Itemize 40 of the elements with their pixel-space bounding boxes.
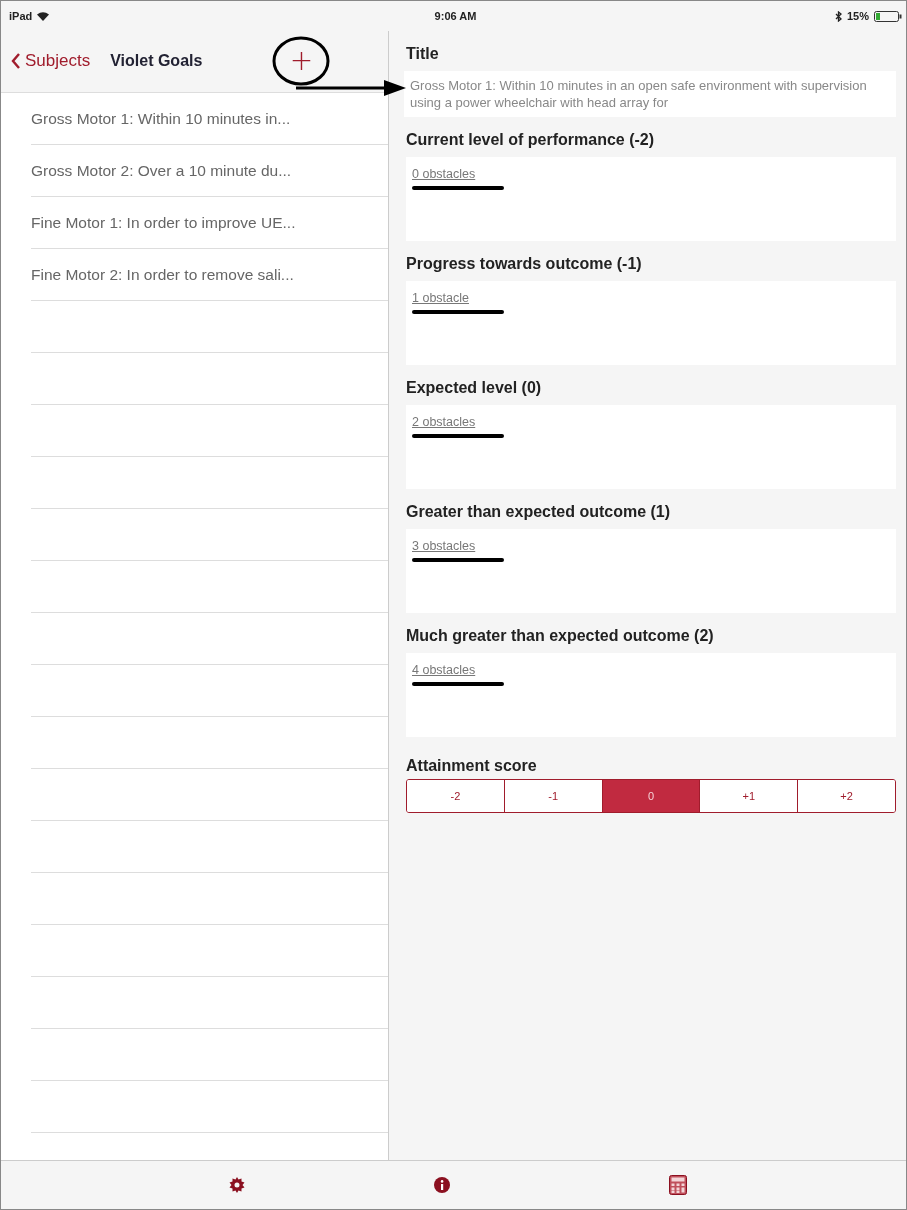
battery-percent: 15% <box>846 10 869 22</box>
battery-icon <box>874 10 902 22</box>
text-area[interactable]: 4 obstacles <box>406 653 896 737</box>
obstacles-link[interactable]: 0 obstacles <box>412 167 504 181</box>
goal-item[interactable]: Fine Motor 1: In order to improve UE... <box>31 197 388 249</box>
goal-item[interactable]: Gross Motor 2: Over a 10 minute du... <box>31 145 388 197</box>
annotation-circle <box>272 35 331 86</box>
score-segment[interactable]: +2 <box>798 780 895 812</box>
score-segment[interactable]: -1 <box>504 780 603 812</box>
obstacles-link[interactable]: 4 obstacles <box>412 663 504 677</box>
section-heading: Expected level (0) <box>406 379 543 397</box>
text-area[interactable]: 1 obstacle <box>406 281 896 365</box>
chevron-left-icon <box>11 52 21 69</box>
title-field[interactable]: Gross Motor 1: Within 10 minutes in an open safe environment with supervision using a power wheelchair with head array for <box>404 71 896 117</box>
score-segment[interactable]: +1 <box>700 780 799 812</box>
bluetooth-icon <box>834 10 842 22</box>
section-heading: Attainment score <box>406 757 538 775</box>
nav-title: Violet Goals <box>110 51 203 70</box>
text-area[interactable]: 3 obstacles <box>406 529 896 613</box>
text-area[interactable]: 0 obstacles <box>406 157 896 241</box>
field-label: Title <box>406 45 440 63</box>
section-heading: Current level of performance (-2) <box>406 131 656 149</box>
goal-item[interactable]: Gross Motor 1: Within 10 minutes in... <box>31 93 388 145</box>
settings-icon[interactable] <box>229 1177 245 1193</box>
section-heading: Greater than expected outcome (1) <box>406 503 672 521</box>
section-heading: Much greater than expected outcome (2) <box>406 627 715 645</box>
score-segment[interactable]: -2 <box>407 780 505 812</box>
obstacles-link[interactable]: 3 obstacles <box>412 539 504 553</box>
calculator-icon[interactable] <box>669 1175 688 1195</box>
clock-time: 9:06 AM <box>434 10 477 22</box>
goal-item[interactable]: Fine Motor 2: In order to remove sali... <box>31 249 388 301</box>
back-button[interactable]: Subjects <box>11 50 91 71</box>
device-name: iPad <box>9 10 33 22</box>
score-segment[interactable]: 0 <box>602 780 701 812</box>
text-area[interactable]: 2 obstacles <box>406 405 896 489</box>
info-icon[interactable] <box>433 1177 450 1193</box>
obstacles-link[interactable]: 1 obstacle <box>412 291 504 305</box>
wifi-icon <box>37 11 50 21</box>
obstacles-link[interactable]: 2 obstacles <box>412 415 504 429</box>
section-heading: Progress towards outcome (-1) <box>406 255 643 273</box>
